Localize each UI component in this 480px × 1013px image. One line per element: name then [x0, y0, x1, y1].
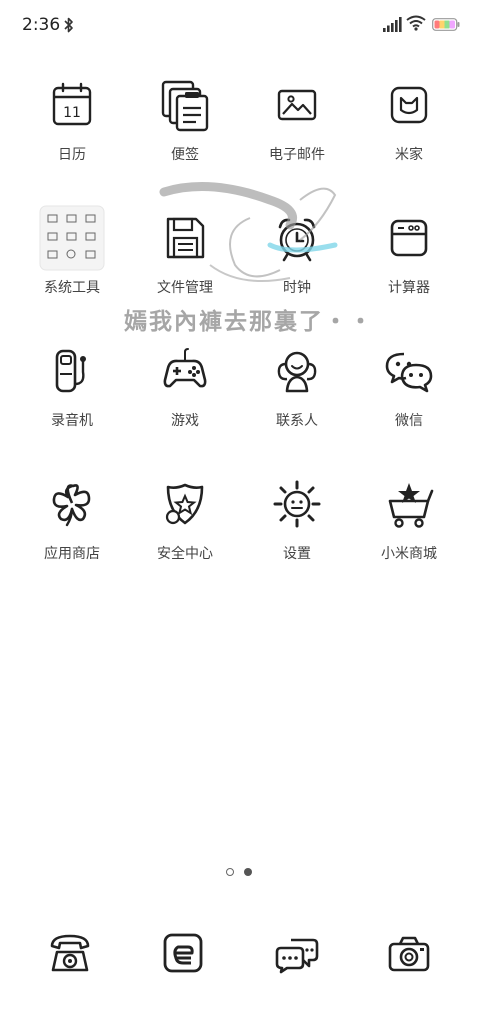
security-center-icon	[158, 477, 212, 531]
contacts-icon	[270, 344, 324, 398]
wechat-icon	[382, 344, 436, 398]
app-label: 日历	[58, 147, 86, 163]
page-indicator[interactable]	[226, 868, 256, 878]
email-icon	[270, 78, 324, 132]
app-store-icon	[45, 477, 99, 531]
app-label: 游戏	[171, 413, 199, 429]
app-calendar[interactable]: 11 日历	[12, 72, 132, 192]
app-mi-store[interactable]: 小米商城	[349, 471, 469, 591]
mi-store-icon	[382, 477, 436, 531]
app-games[interactable]: 游戏	[125, 338, 245, 458]
browser-icon	[163, 933, 203, 973]
calendar-icon: 11	[45, 78, 99, 132]
app-label: 系统工具	[44, 280, 100, 296]
settings-icon	[270, 477, 324, 531]
wifi-icon	[406, 15, 426, 31]
app-recorder[interactable]: 录音机	[12, 338, 132, 458]
app-label: 安全中心	[157, 546, 213, 562]
dock-camera[interactable]	[379, 926, 439, 980]
dock-browser[interactable]	[153, 926, 213, 980]
notes-icon	[158, 78, 212, 132]
file-manager-icon	[158, 211, 212, 265]
calculator-icon	[382, 211, 436, 265]
app-label: 小米商城	[381, 546, 437, 562]
app-system-tools-folder[interactable]: 系统工具	[12, 205, 132, 325]
recorder-icon	[45, 344, 99, 398]
signal-icon	[383, 17, 402, 32]
page-dot-1[interactable]	[226, 868, 234, 876]
app-mijia[interactable]: 米家	[349, 72, 469, 192]
battery-icon	[432, 18, 460, 31]
status-bar: 2:36	[0, 0, 480, 52]
calendar-day: 11	[63, 105, 81, 121]
clock-icon	[270, 211, 324, 265]
app-wechat[interactable]: 微信	[349, 338, 469, 458]
app-label: 便签	[171, 147, 199, 163]
app-label: 应用商店	[44, 546, 100, 562]
status-time: 2:36	[22, 15, 61, 35]
bluetooth-icon	[64, 17, 73, 33]
mijia-icon	[382, 78, 436, 132]
app-label: 计算器	[388, 280, 430, 296]
app-calculator[interactable]: 计算器	[349, 205, 469, 325]
app-contacts[interactable]: 联系人	[237, 338, 357, 458]
system-tools-folder-icon	[39, 205, 105, 271]
app-label: 米家	[395, 147, 423, 163]
dock-phone[interactable]	[40, 926, 100, 980]
app-notes[interactable]: 便签	[125, 72, 245, 192]
app-file-manager[interactable]: 文件管理	[125, 205, 245, 325]
app-clock[interactable]: 时钟	[237, 205, 357, 325]
app-label: 联系人	[276, 413, 318, 429]
app-label: 电子邮件	[269, 147, 325, 163]
dock	[0, 922, 480, 982]
app-app-store[interactable]: 应用商店	[12, 471, 132, 591]
app-settings[interactable]: 设置	[237, 471, 357, 591]
page-dot-2-active[interactable]	[244, 868, 252, 876]
camera-icon	[388, 936, 430, 972]
phone-icon	[50, 934, 90, 972]
app-email[interactable]: 电子邮件	[237, 72, 357, 192]
dock-messages[interactable]	[266, 926, 326, 980]
app-label: 录音机	[51, 413, 93, 429]
gamepad-icon	[158, 344, 212, 398]
app-label: 文件管理	[157, 280, 213, 296]
app-label: 设置	[283, 546, 311, 562]
messages-icon	[275, 938, 319, 974]
app-label: 微信	[395, 413, 423, 429]
app-label: 时钟	[283, 280, 311, 296]
app-security-center[interactable]: 安全中心	[125, 471, 245, 591]
